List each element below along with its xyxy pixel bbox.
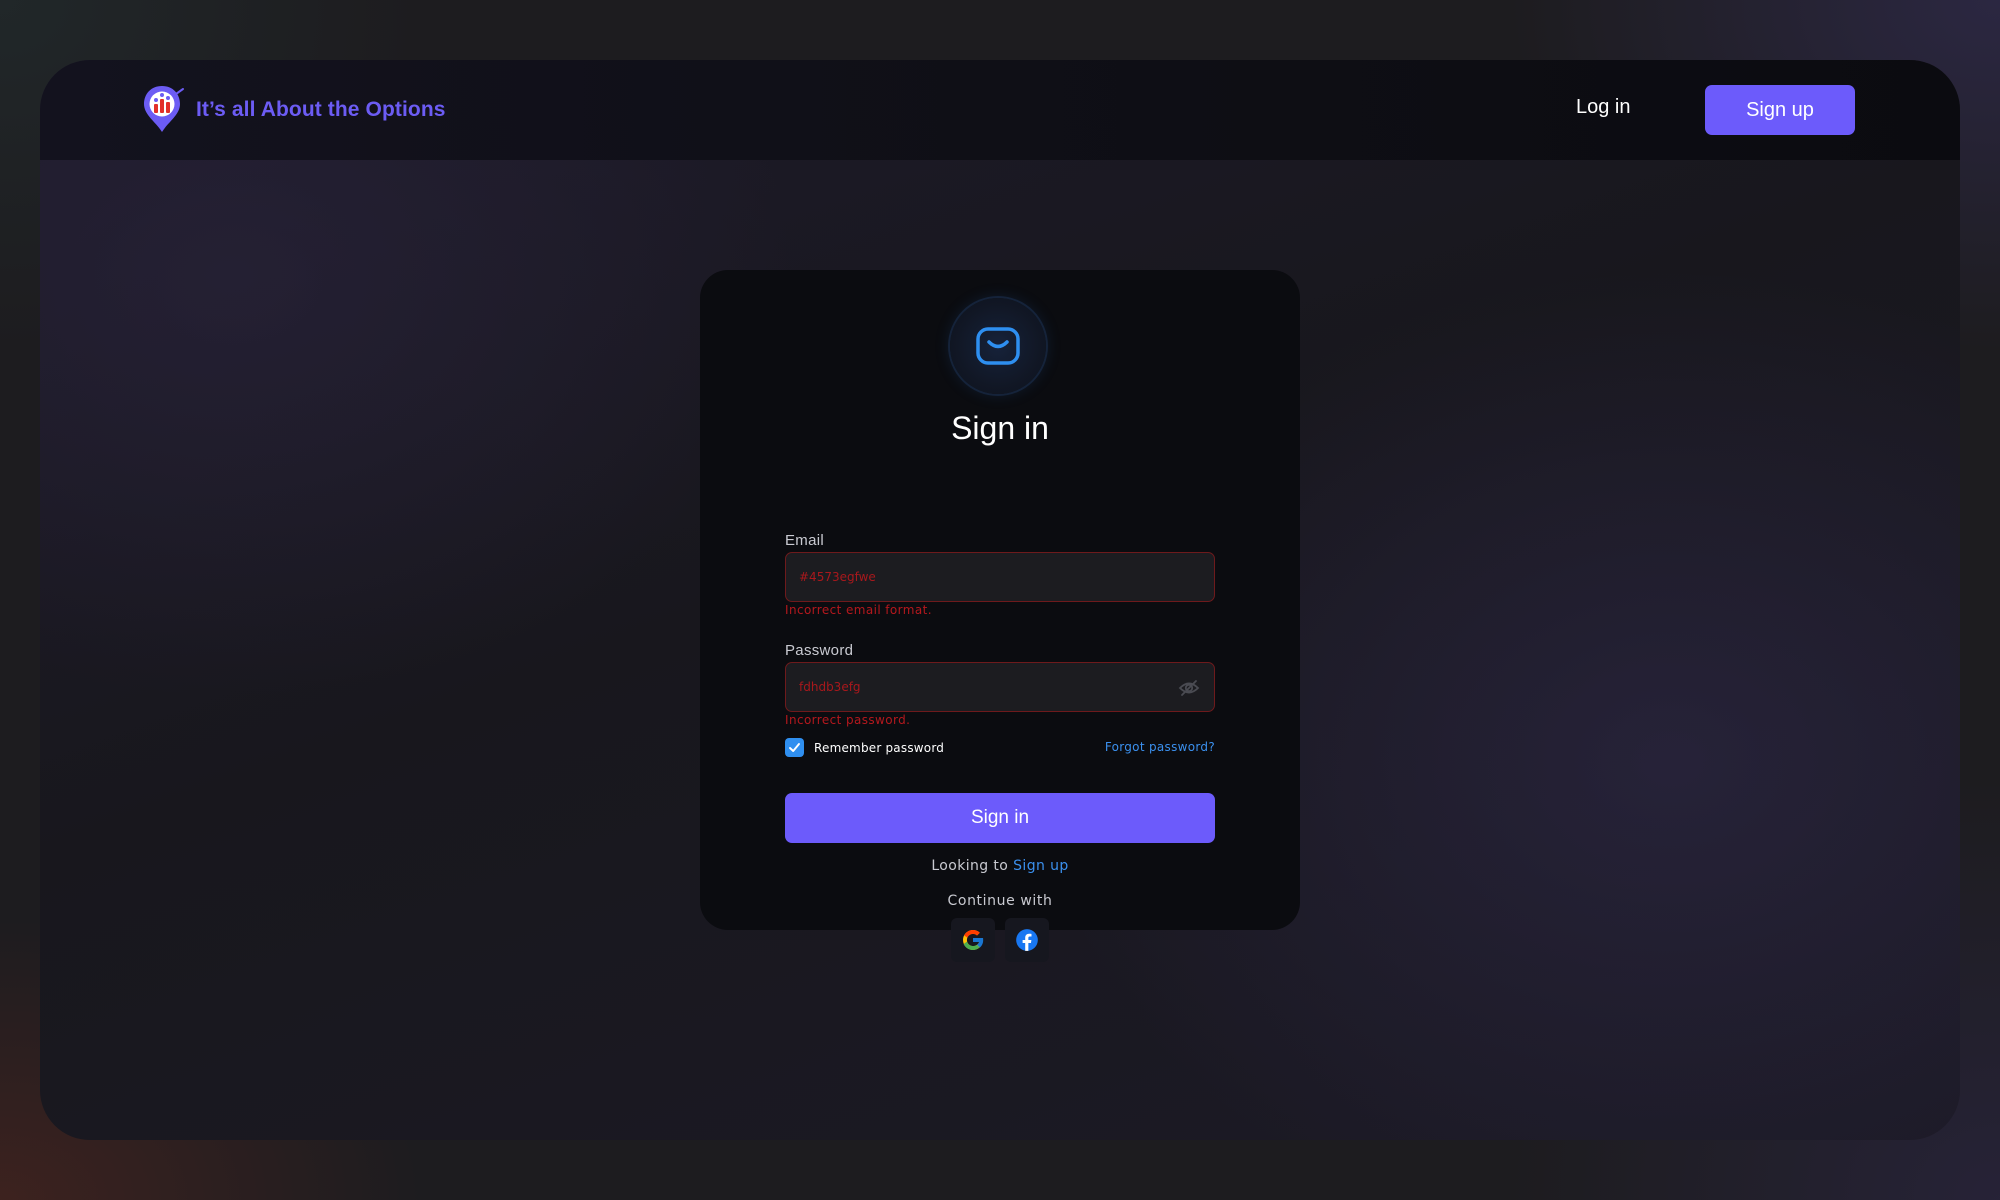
email-label: Email	[785, 532, 825, 549]
login-link[interactable]: Log in	[1576, 96, 1631, 119]
remember-label: Remember password	[814, 740, 945, 755]
app-window: It’s all About the Options Log in Sign u…	[40, 60, 1960, 1140]
signup-prompt: Looking to Sign up	[700, 858, 1300, 874]
signup-prompt-text: Looking to	[931, 858, 1014, 874]
mail-icon	[976, 327, 1020, 365]
brand-logo-icon	[144, 86, 184, 132]
brand[interactable]: It’s all About the Options	[142, 84, 446, 136]
signin-button[interactable]: Sign in	[785, 793, 1215, 843]
top-navbar: It’s all About the Options Log in Sign u…	[40, 60, 1960, 160]
email-error: Incorrect email format.	[785, 603, 932, 617]
brand-name: It’s all About the Options	[196, 98, 446, 121]
signup-button[interactable]: Sign up	[1705, 85, 1855, 135]
continue-with-label: Continue with	[947, 893, 1053, 909]
social-login-row	[700, 918, 1300, 962]
remember-checkbox[interactable]	[785, 738, 804, 757]
mail-badge	[950, 298, 1046, 394]
facebook-login-button[interactable]	[1005, 918, 1049, 962]
eye-off-icon[interactable]	[1178, 678, 1200, 698]
google-login-button[interactable]	[951, 918, 995, 962]
facebook-icon	[1016, 929, 1038, 951]
google-icon	[963, 930, 984, 950]
email-field[interactable]	[785, 552, 1215, 602]
signin-card: Sign in Email Incorrect email format. Pa…	[700, 270, 1300, 962]
password-field[interactable]	[785, 662, 1215, 712]
password-label: Password	[785, 642, 854, 659]
password-input[interactable]	[799, 663, 1159, 711]
password-error: Incorrect password.	[785, 713, 911, 727]
remember-password[interactable]: Remember password	[785, 738, 944, 757]
signup-link[interactable]: Sign up	[1013, 858, 1069, 874]
check-icon	[789, 743, 800, 752]
email-input[interactable]	[799, 553, 1159, 601]
signin-title: Sign in	[951, 410, 1049, 446]
forgot-password-link[interactable]: Forgot password?	[1105, 740, 1215, 754]
